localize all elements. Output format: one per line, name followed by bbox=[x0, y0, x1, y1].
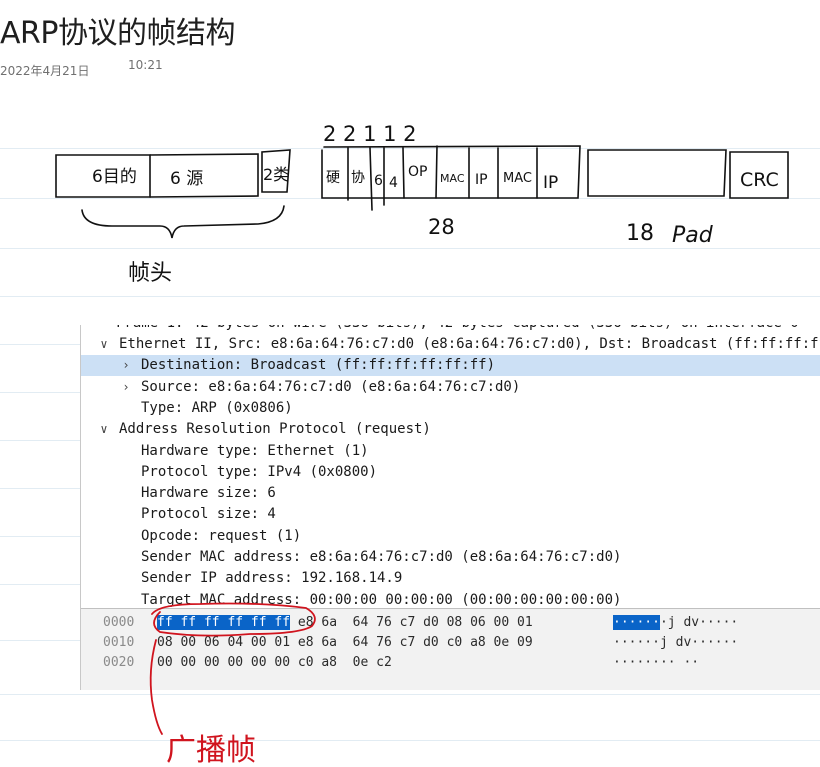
arp-field-plen: 4 bbox=[389, 175, 398, 191]
tree-row[interactable]: Hardware type: Ethernet (1) bbox=[81, 441, 820, 462]
hex-offset: 0010 bbox=[103, 635, 135, 650]
hex-bytes-rest: 00 00 00 00 00 00 c0 a8 0e c2 bbox=[157, 655, 392, 670]
tree-row-text: Protocol type: IPv4 (0x0800) bbox=[141, 463, 378, 480]
tree-row-text: Source: e8:6a:64:76:c7:d0 (e8:6a:64:76:c… bbox=[141, 378, 521, 395]
type-label: 2类 bbox=[263, 165, 289, 184]
hex-bytes-selected: ff ff ff ff ff ff bbox=[157, 615, 291, 630]
pad-label: Pad bbox=[672, 223, 714, 248]
hex-row[interactable]: 0000 ff ff ff ff ff ff e8 6a 64 76 c7 d0 … bbox=[81, 613, 820, 633]
hex-bytes-rest: 08 00 06 04 00 01 e8 6a 64 76 c7 d0 c0 a… bbox=[157, 635, 533, 650]
frame-structure-sketch: 2 2 1 1 2 6目的 6 源 2类 硬 协 6 4 OP MAC IP M… bbox=[55, 122, 789, 286]
hex-ascii: ········ ·· bbox=[613, 653, 699, 673]
packet-details-tree: Frame 1: 42 bytes on wire (336 bits), 42… bbox=[81, 325, 820, 607]
header-brace-label: 帧头 bbox=[128, 261, 172, 286]
tree-row[interactable]: Sender IP address: 192.168.14.9 bbox=[81, 568, 820, 589]
arp-field-tmac: MAC bbox=[503, 171, 532, 186]
tree-row[interactable]: Hardware size: 6 bbox=[81, 483, 820, 504]
arp-size-label: 28 bbox=[428, 215, 455, 239]
tree-row[interactable]: › Source: e8:6a:64:76:c7:d0 (e8:6a:64:76:… bbox=[81, 377, 820, 398]
arp-field-op: OP bbox=[408, 164, 427, 180]
wireshark-panel: Frame 1: 42 bytes on wire (336 bits), 42… bbox=[80, 325, 820, 690]
tree-row-text: Sender MAC address: e8:6a:64:76:c7:d0 (e… bbox=[141, 549, 622, 565]
hex-offset: 0000 bbox=[103, 615, 135, 630]
arp-field-hw: 硬 bbox=[326, 170, 340, 186]
hex-bytes: 08 00 06 04 00 01 e8 6a 64 76 c7 d0 c0 a… bbox=[157, 633, 533, 653]
arp-field-hlen: 6 bbox=[374, 173, 383, 189]
tree-row-text: Hardware type: Ethernet (1) bbox=[141, 442, 369, 459]
tree-row[interactable]: › Destination: Broadcast (ff:ff:ff:ff:ff:… bbox=[81, 355, 820, 377]
ruled-line bbox=[0, 740, 820, 741]
hex-bytes-rest: e8 6a 64 76 c7 d0 08 06 00 01 bbox=[290, 615, 533, 630]
tree-row[interactable]: Protocol type: IPv4 (0x0800) bbox=[81, 462, 820, 483]
pad-box bbox=[587, 149, 727, 197]
packet-bytes-pane: 0000 ff ff ff ff ff ff e8 6a 64 76 c7 d0 … bbox=[81, 608, 820, 690]
tree-row[interactable]: Type: ARP (0x0806) bbox=[81, 398, 820, 419]
hex-row[interactable]: 0010 08 00 06 04 00 01 e8 6a 64 76 c7 d0 … bbox=[81, 633, 820, 653]
hex-ascii-rest: ········ ·· bbox=[613, 655, 700, 670]
hex-bytes: 00 00 00 00 00 00 c0 a8 0e c2 bbox=[157, 653, 392, 673]
src-box bbox=[149, 153, 259, 198]
hex-row[interactable]: 0020 00 00 00 00 00 00 c0 a8 0e c2 ·······… bbox=[81, 653, 820, 673]
arp-field-tip: IP bbox=[543, 173, 558, 193]
chevron-down-icon[interactable]: ∨ bbox=[97, 334, 111, 355]
dest-label: 6目的 bbox=[92, 167, 137, 187]
tree-row-text: Type: ARP (0x0806) bbox=[141, 399, 293, 416]
tree-row[interactable]: Sender MAC address: e8:6a:64:76:c7:d0 (e… bbox=[81, 547, 820, 568]
hex-ascii-selected: ······ bbox=[613, 615, 660, 630]
hex-ascii: ······j dv······ bbox=[613, 633, 738, 653]
top-numbers: 2 2 1 1 2 bbox=[323, 122, 417, 146]
hex-ascii-rest: ·j dv····· bbox=[659, 615, 739, 630]
tree-row-text: Target MAC address: 00:00:00_00:00:00 (0… bbox=[141, 591, 622, 607]
hex-ascii-rest: ······j dv······ bbox=[613, 635, 739, 650]
chevron-down-icon[interactable]: ∨ bbox=[97, 419, 111, 440]
hex-ascii: ·······j dv····· bbox=[613, 613, 738, 633]
tree-row-text: Protocol size: 4 bbox=[141, 506, 276, 523]
arp-field-sip: IP bbox=[475, 172, 488, 188]
tree-row[interactable]: Protocol size: 4 bbox=[81, 504, 820, 525]
ruled-line bbox=[0, 694, 820, 695]
clipped-frame-line: Frame 1: 42 bytes on wire (336 bits), 42… bbox=[116, 325, 799, 333]
tree-row[interactable]: ∨ Ethernet II, Src: e8:6a:64:76:c7:d0 (e8… bbox=[81, 334, 820, 355]
broadcast-note: 广播帧 bbox=[166, 733, 256, 767]
tree-row[interactable]: ∨ Address Resolution Protocol (request) bbox=[81, 419, 820, 440]
tree-row-text: Opcode: request (1) bbox=[141, 527, 302, 544]
arp-field-smac: MAC bbox=[440, 172, 465, 185]
arp-field-proto: 协 bbox=[351, 170, 365, 186]
tree-row[interactable]: Target MAC address: 00:00:00_00:00:00 (0… bbox=[81, 590, 820, 607]
hex-bytes: ff ff ff ff ff ff e8 6a 64 76 c7 d0 08 0… bbox=[157, 613, 533, 633]
tree-row-text: Address Resolution Protocol (request) bbox=[119, 421, 431, 438]
header-brace bbox=[81, 205, 285, 239]
src-label: 6 源 bbox=[170, 169, 203, 189]
tree-row-text: Ethernet II, Src: e8:6a:64:76:c7:d0 (e8:… bbox=[119, 336, 820, 352]
tree-row-text: Sender IP address: 192.168.14.9 bbox=[141, 570, 403, 587]
tree-row-text: Hardware size: 6 bbox=[141, 485, 276, 502]
chevron-right-icon[interactable]: › bbox=[119, 377, 133, 398]
crc-label: CRC bbox=[740, 169, 779, 191]
tree-row-text: Destination: Broadcast (ff:ff:ff:ff:ff:f… bbox=[141, 357, 496, 374]
tree-row[interactable]: Opcode: request (1) bbox=[81, 526, 820, 547]
hex-offset: 0020 bbox=[103, 655, 135, 670]
pad-size-label: 18 bbox=[626, 221, 654, 246]
chevron-right-icon[interactable]: › bbox=[119, 355, 133, 376]
